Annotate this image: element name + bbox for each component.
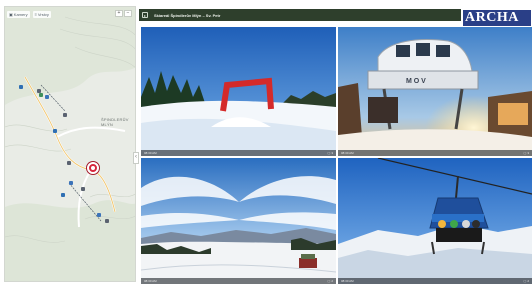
logo-wordmark: ARCHA <box>463 10 531 26</box>
map-town-label: ŠPINDLERŮV MLÝN <box>101 117 129 127</box>
webcam-header: ▸ Skiareál Špindlerův Mlýn – Sv. Petr <box>139 9 461 21</box>
map-toolbar: ▣ Kamery ≡ Vrstvy <box>7 10 51 18</box>
webcam-tile-slope[interactable]: 08:30 AM ▢ 3 <box>141 27 336 156</box>
map-tab-cameras[interactable]: ▣ Kamery <box>7 10 30 18</box>
photos-icon: ▢ <box>327 279 331 283</box>
parking-icon[interactable] <box>45 95 49 99</box>
tile-caption-bar: 08:30 AM ▢ 3 <box>141 150 336 156</box>
lift-icon[interactable] <box>63 113 67 117</box>
photos-icon: ▢ <box>327 151 331 155</box>
map-tab-label: Vrstvy <box>37 11 49 17</box>
bus-stop-icon[interactable] <box>53 129 57 133</box>
tile-caption-bar: 08:30 AM ▢ 2 <box>141 278 336 284</box>
zoom-out-button[interactable]: − <box>124 10 132 17</box>
parking-icon[interactable] <box>69 181 73 185</box>
map-zoom-controls: + − <box>115 10 132 17</box>
tile-timestamp: 08:30 AM <box>341 279 354 283</box>
tile-count-value: 2 <box>527 279 529 283</box>
map-panel[interactable]: ▣ Kamery ≡ Vrstvy + − ŠPINDLERŮV MLÝN <box>4 6 136 282</box>
panorama-image <box>141 158 336 284</box>
map-tab-layers[interactable]: ≡ Vrstvy <box>32 10 51 18</box>
tile-caption-bar: 08:30 AM ▢ 3 <box>338 150 532 156</box>
tile-photo-count: ▢ 2 <box>327 279 333 283</box>
tile-timestamp: 08:30 AM <box>144 279 157 283</box>
tile-caption-bar: 08:30 AM ▢ 2 <box>338 278 532 284</box>
webcam-tile-panorama[interactable]: 08:30 AM ▢ 2 <box>141 158 336 284</box>
lift-station-image: M O V <box>338 27 532 156</box>
map-terrain <box>5 7 135 281</box>
tile-count-value: 3 <box>527 151 529 155</box>
layers-icon: ≡ <box>34 11 37 17</box>
photos-icon: ▢ <box>523 279 527 283</box>
webcam-icon[interactable]: ▸ <box>142 12 148 18</box>
lift-icon[interactable] <box>105 219 109 223</box>
collapse-map-button[interactable]: ‹ <box>133 152 139 164</box>
camera-icon: ▣ <box>9 11 13 17</box>
tile-timestamp: 08:30 AM <box>341 151 354 155</box>
zoom-in-button[interactable]: + <box>115 10 123 17</box>
bus-stop-icon[interactable] <box>61 193 65 197</box>
tile-timestamp: 08:30 AM <box>144 151 157 155</box>
tile-photo-count: ▢ 2 <box>523 279 529 283</box>
svg-text:M O V: M O V <box>406 78 426 85</box>
tile-count-value: 2 <box>331 279 333 283</box>
location-title: Skiareál Špindlerův Mlýn – Sv. Petr <box>154 12 221 18</box>
webcam-tile-lift-station[interactable]: M O V 08:30 AM ▢ 3 <box>338 27 532 156</box>
lift-icon[interactable] <box>81 187 85 191</box>
tile-photo-count: ▢ 3 <box>523 151 529 155</box>
tile-count-value: 3 <box>331 151 333 155</box>
selected-camera-marker-icon[interactable] <box>87 162 99 174</box>
parking-icon[interactable] <box>97 213 101 217</box>
photos-icon: ▢ <box>523 151 527 155</box>
webcam-tile-chairlift[interactable]: 08:30 AM ▢ 2 <box>338 158 532 284</box>
tile-photo-count: ▢ 3 <box>327 151 333 155</box>
bus-stop-icon[interactable] <box>19 85 23 89</box>
map-tab-label: Kamery <box>13 11 28 17</box>
slope-image <box>141 27 336 156</box>
nature-icon[interactable] <box>39 93 43 97</box>
chairlift-image <box>338 158 532 284</box>
lift-icon[interactable] <box>67 161 71 165</box>
